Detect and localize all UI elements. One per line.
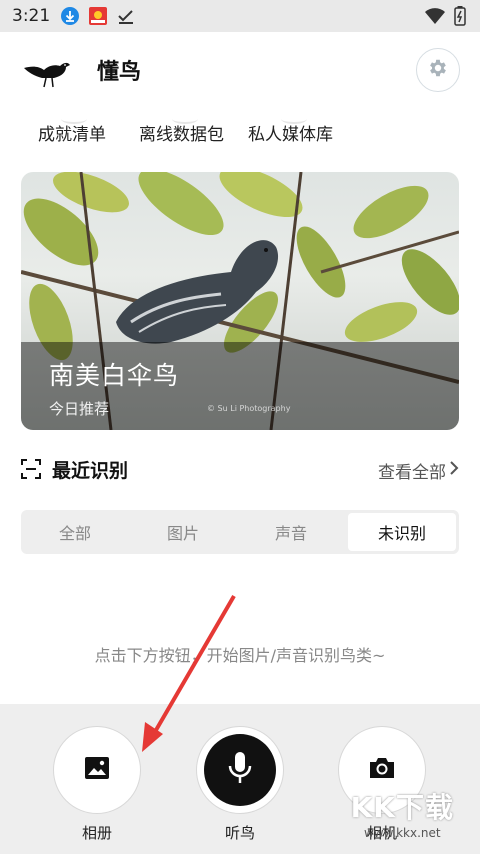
featured-subtitle: 今日推荐 — [49, 400, 110, 418]
tab-all[interactable]: 全部 — [21, 510, 129, 554]
watermark-url: www.kkx.net — [363, 826, 441, 840]
featured-bird-name: 南美白伞鸟 — [49, 361, 180, 390]
quick-link-achievements[interactable]: 成就清单 — [38, 120, 106, 145]
album-label: 相册 — [81, 824, 112, 842]
app-header: 懂鸟 — [0, 32, 480, 110]
download-notification-icon — [60, 6, 80, 26]
battery-icon — [454, 6, 466, 30]
site-watermark: KK下载 www.kkx.net — [351, 786, 454, 840]
listen-label: 听鸟 — [224, 824, 255, 842]
recent-title: 最近识别 — [52, 460, 129, 482]
view-all-link[interactable]: 查看全部 — [378, 458, 446, 483]
album-button[interactable] — [53, 726, 141, 814]
tab-unidentified[interactable]: 未识别 — [348, 513, 456, 551]
listen-button[interactable] — [196, 726, 284, 814]
camera-icon — [368, 756, 396, 784]
app-title: 懂鸟 — [97, 60, 142, 85]
watermark-text: KK下载 — [350, 791, 454, 824]
image-icon — [84, 756, 110, 784]
quick-link-offline-data[interactable]: 离线数据包 — [139, 120, 224, 145]
quick-links: 成就清单 离线数据包 私人媒体库 — [0, 112, 480, 152]
empty-state-hint: 点击下方按钮，开始图片/声音识别鸟类~ — [94, 646, 386, 665]
recent-filter-tabs: 全部 图片 声音 未识别 — [21, 510, 459, 554]
album-action[interactable]: 相册 — [52, 726, 142, 843]
wifi-icon — [424, 7, 446, 29]
tab-images[interactable]: 图片 — [129, 510, 237, 554]
tab-sounds[interactable]: 声音 — [237, 510, 345, 554]
check-notification-icon — [116, 6, 136, 26]
status-bar: 3:21 — [0, 0, 480, 32]
listen-action[interactable]: 听鸟 — [195, 726, 285, 843]
chevron-right-icon[interactable] — [448, 460, 460, 476]
quick-link-media-library[interactable]: 私人媒体库 — [248, 120, 333, 145]
recent-section-header: 最近识别 查看全部 — [0, 452, 480, 488]
app-notification-icon — [88, 6, 108, 26]
gear-icon — [427, 57, 449, 83]
settings-button[interactable] — [416, 48, 460, 92]
scan-icon — [21, 459, 41, 479]
featured-bird-card[interactable]: 南美白伞鸟 今日推荐 © Su Li Photography — [21, 172, 459, 430]
bird-logo-icon — [22, 54, 72, 90]
microphone-icon — [227, 751, 253, 789]
status-time: 3:21 — [12, 6, 51, 26]
photo-credit: © Su Li Photography — [207, 404, 291, 413]
